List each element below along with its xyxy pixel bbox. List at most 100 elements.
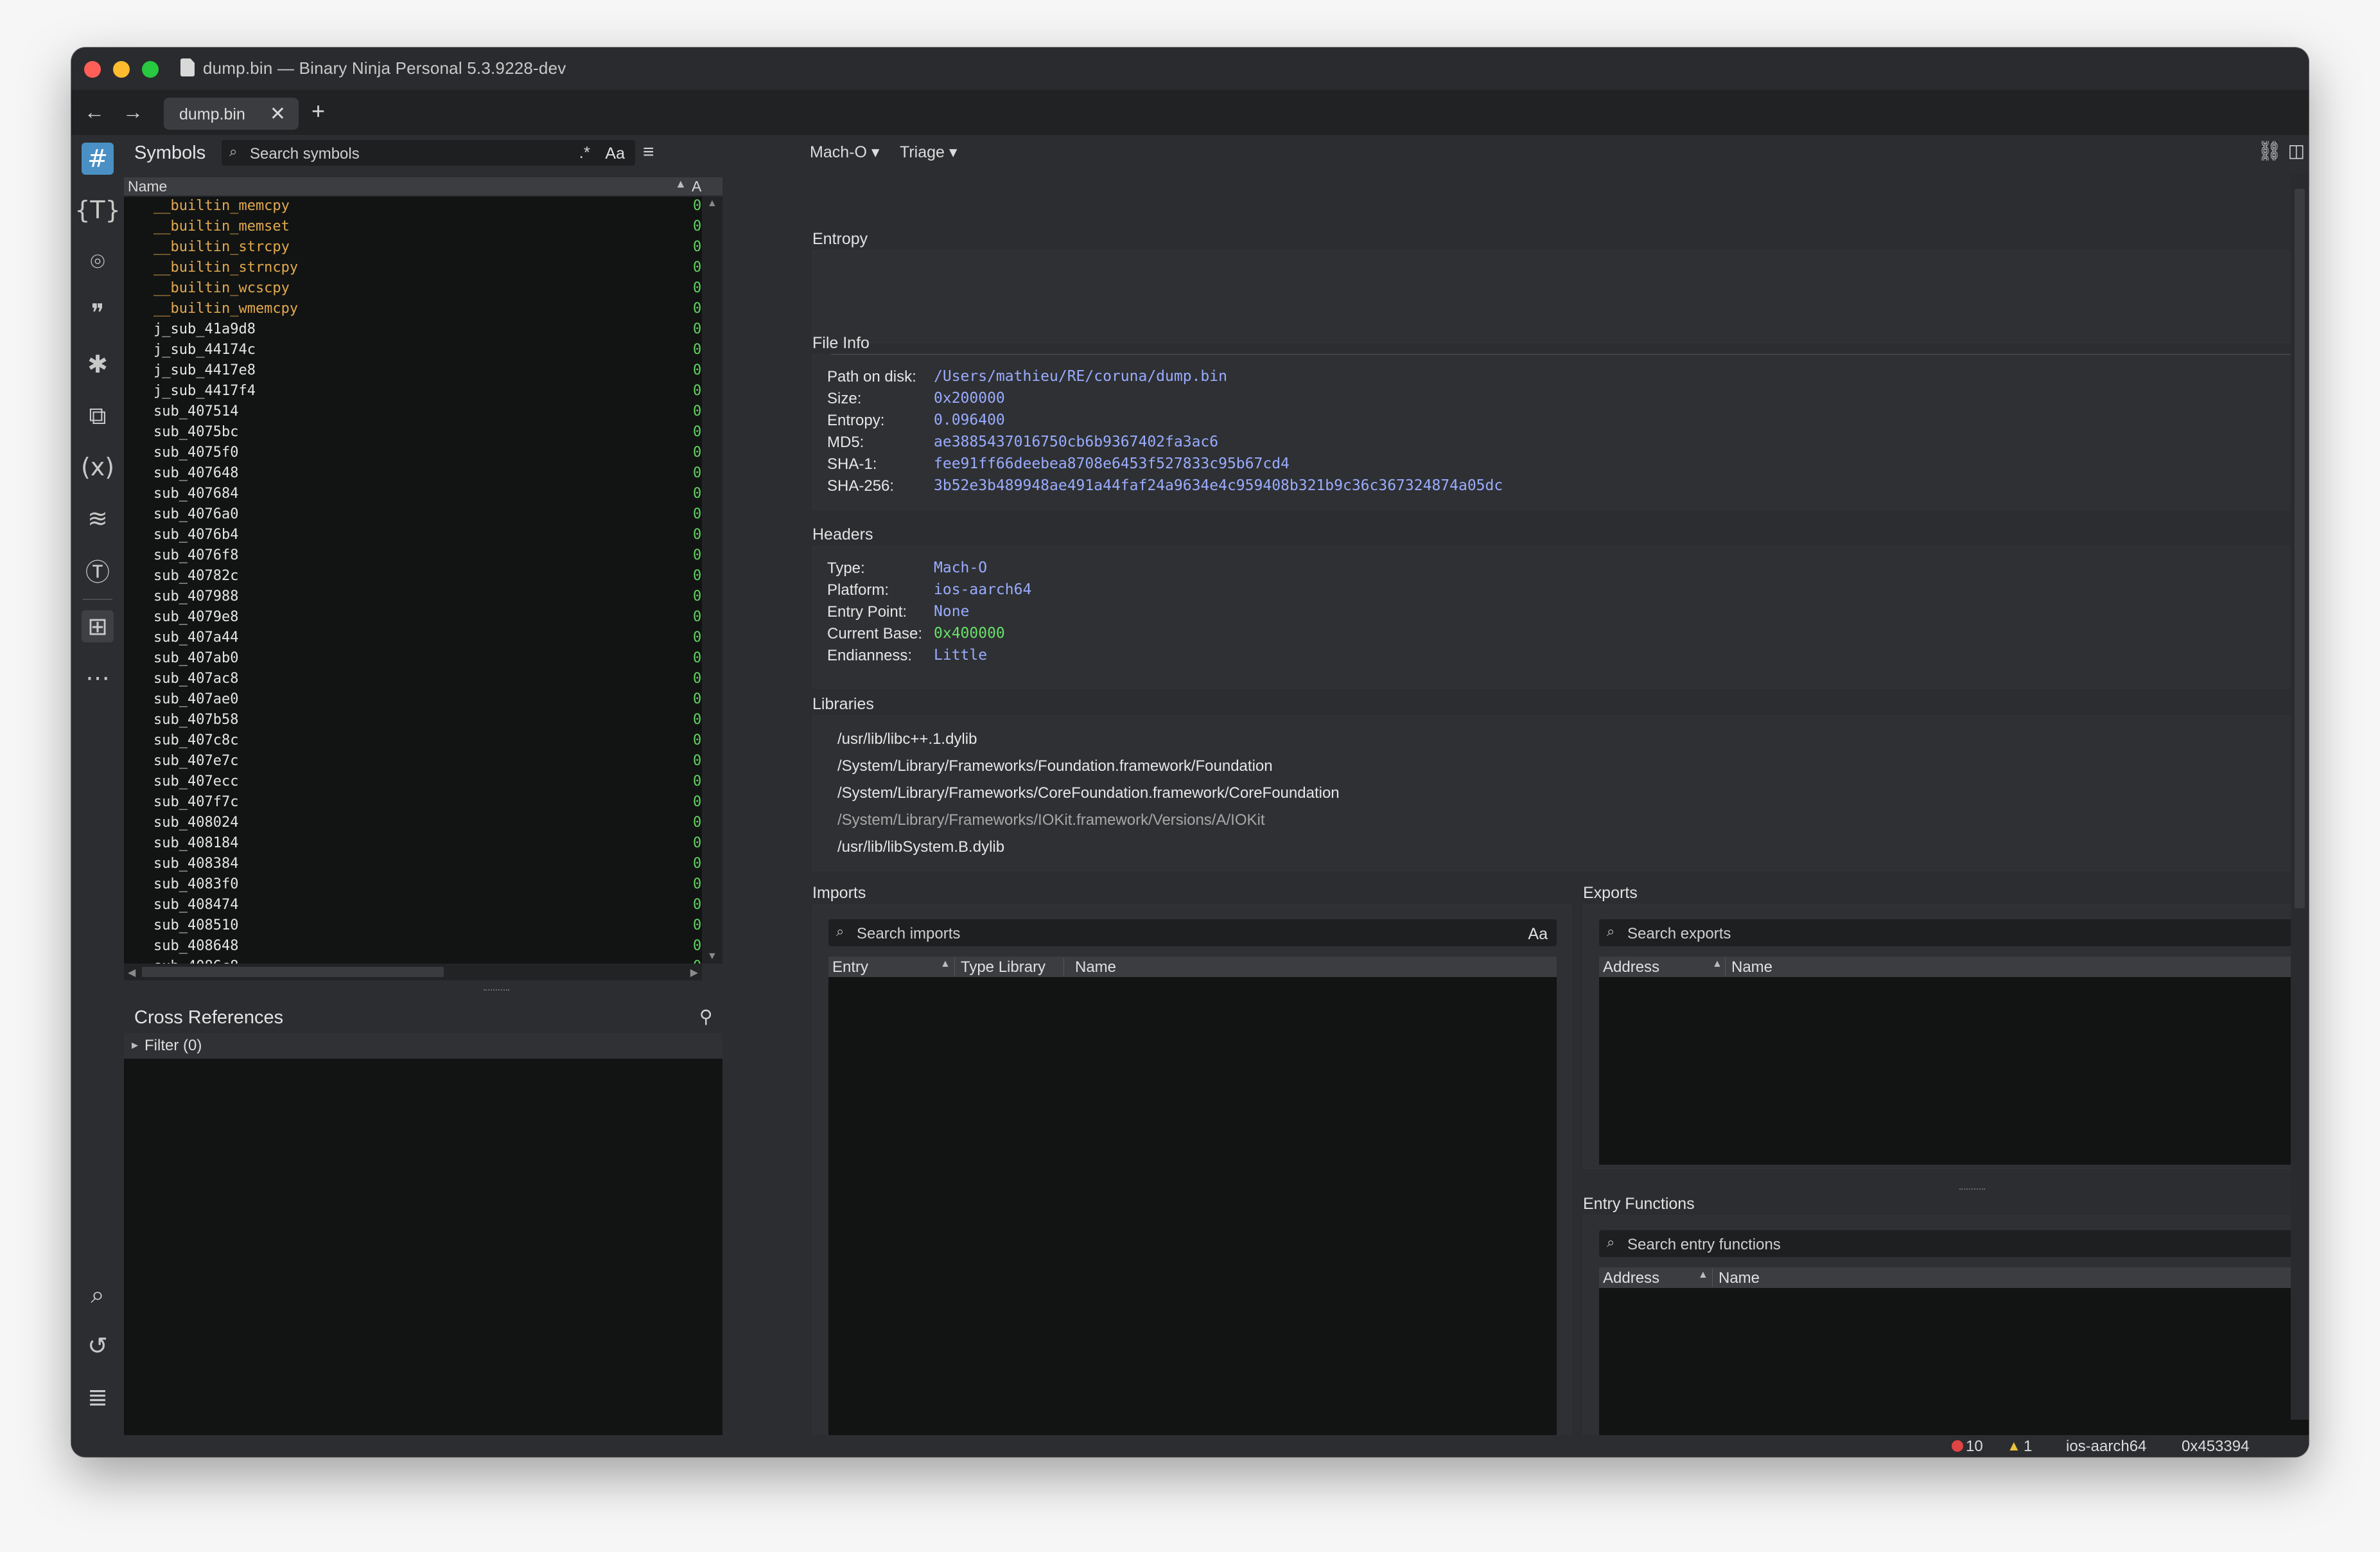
expand-caret-icon[interactable]: ▸ [132,1037,138,1053]
sha256-value[interactable]: 3b52e3b489948ae491a44faf24a9634e4c959408… [934,477,1503,494]
case-sensitive-toggle[interactable]: Aa [605,145,625,163]
symbol-row[interactable]: j_sub_41a9d8 0 [124,320,702,340]
symbols-horizontal-scrollbar[interactable]: ◀ ▶ [124,964,702,980]
symbols-search-input[interactable]: ⌕ Search symbols .* Aa [222,140,635,166]
column-name[interactable]: Name [1731,958,1772,976]
symbol-row[interactable]: sub_4076b4 0 [124,525,702,546]
symbol-row[interactable]: sub_407684 0 [124,484,702,505]
split-view-icon[interactable]: ◫ [2288,140,2305,161]
symbol-row[interactable]: sub_407ecc 0 [124,772,702,793]
more-icon[interactable]: ⋯ [82,662,114,694]
size-value[interactable]: 0x200000 [934,390,1005,407]
md5-value[interactable]: ae3885437016750cb6b9367402fa3ac6 [934,434,1218,450]
zoom-window-button[interactable] [142,61,159,78]
symbol-row[interactable]: j_sub_44174c 0 [124,340,702,361]
back-arrow-icon[interactable]: ← [82,100,107,124]
platform-status[interactable]: ios-aarch64 [2066,1438,2146,1456]
symbol-row[interactable]: __builtin_wmemcpy 0 [124,299,702,320]
symbol-row[interactable]: sub_407514 0 [124,402,702,423]
column-a-header[interactable]: A [692,178,701,195]
column-divider[interactable] [954,958,955,976]
link-icon[interactable]: ⛓ [2257,140,2282,163]
column-name-header[interactable]: Name [128,178,167,195]
current-base-value[interactable]: 0x400000 [934,625,1005,642]
symbol-row[interactable]: sub_4075bc 0 [124,423,702,443]
panel-resize-handle[interactable] [1959,1188,1985,1192]
symbol-row[interactable]: j_sub_4417e8 0 [124,361,702,382]
warning-icon[interactable]: ▲ [2007,1438,2021,1454]
pin-icon[interactable]: ⚲ [699,1006,713,1027]
symbol-row[interactable]: sub_407e7c 0 [124,752,702,772]
scroll-left-icon[interactable]: ◀ [128,966,136,979]
column-type-library[interactable]: Type Library [961,958,1046,976]
platform-value[interactable]: ios-aarch64 [934,581,1031,598]
imports-search-input[interactable]: ⌕ Search imports Aa [828,919,1557,946]
sha1-value[interactable]: fee91ff66deebea8708e6453f527833c95b67cd4 [934,455,1290,472]
entry-point-value[interactable]: None [934,603,969,620]
warning-count[interactable]: 1 [2024,1438,2032,1456]
error-count[interactable]: 10 [1966,1438,1983,1456]
column-divider[interactable] [1725,958,1726,976]
symbols-column-header[interactable]: Name ▲ A [124,177,722,195]
symbol-row[interactable]: __builtin_memset 0 [124,217,702,238]
minimize-window-button[interactable] [113,61,130,78]
regex-toggle-icon[interactable]: .* [579,143,590,163]
history-icon[interactable]: ↺ [82,1330,114,1362]
graph-nodes-icon[interactable]: ⊞ [82,610,114,642]
symbol-row[interactable]: sub_407c8c 0 [124,731,702,752]
symbol-row[interactable]: sub_408510 0 [124,916,702,937]
symbol-row[interactable]: __builtin_memcpy 0 [124,197,702,217]
column-name[interactable]: Name [1719,1269,1760,1287]
column-name[interactable]: Name [1075,958,1116,976]
close-window-button[interactable] [84,61,101,78]
symbol-row[interactable]: sub_407a44 0 [124,628,702,649]
entropy-value[interactable]: 0.096400 [934,412,1005,428]
symbol-row[interactable]: sub_4083f0 0 [124,875,702,895]
text-tag-icon[interactable]: Ⓣ [82,554,114,586]
symbol-row[interactable]: __builtin_strncpy 0 [124,258,702,279]
main-scroll-thumb[interactable] [2295,189,2305,908]
symbol-row[interactable]: sub_4076f8 0 [124,546,702,567]
symbol-row[interactable]: sub_407ae0 0 [124,690,702,710]
tab-dump-bin[interactable]: dump.bin ✕ [164,98,299,130]
view-mode-dropdown[interactable]: Triage ▾ [900,143,957,162]
horizontal-scroll-thumb[interactable] [142,967,444,977]
symbol-row[interactable]: sub_408184 0 [124,834,702,854]
layers-icon[interactable]: ≋ [82,502,114,534]
panel-resize-handle[interactable] [484,989,509,993]
symbol-row[interactable]: sub_407b58 0 [124,710,702,731]
symbol-row[interactable]: sub_40782c 0 [124,567,702,587]
column-entry[interactable]: Entry [832,958,868,976]
strings-quote-icon[interactable]: ❞ [82,297,114,329]
type-value[interactable]: Mach-O [934,560,987,576]
new-tab-icon[interactable]: + [311,98,325,125]
symbol-row[interactable]: sub_408024 0 [124,813,702,834]
types-icon[interactable]: {T} [74,194,121,226]
symbol-row[interactable]: sub_407648 0 [124,464,702,484]
library-item[interactable]: /System/Library/Frameworks/Foundation.fr… [837,757,1273,775]
current-address[interactable]: 0x453394 [2182,1438,2249,1456]
main-vertical-scrollbar[interactable] [2291,173,2309,1420]
error-icon[interactable] [1952,1440,1963,1452]
forward-arrow-icon[interactable]: → [120,100,146,124]
variables-icon[interactable]: (x) [81,451,114,483]
column-address[interactable]: Address [1603,1269,1659,1287]
symbol-row[interactable]: sub_407ab0 0 [124,649,702,669]
symbol-row[interactable]: sub_408648 0 [124,937,702,957]
scroll-right-icon[interactable]: ▶ [690,966,698,979]
symbol-row[interactable]: sub_4076a0 0 [124,505,702,525]
symbol-row[interactable]: __builtin_strcpy 0 [124,238,702,258]
column-divider[interactable] [1712,1269,1713,1287]
symbols-vertical-scrollbar[interactable]: ▲ ▼ [702,197,722,964]
symbol-row[interactable]: sub_4079e8 0 [124,608,702,628]
hierarchy-icon[interactable]: ⧉ [82,400,114,432]
library-item[interactable]: /System/Library/Frameworks/CoreFoundatio… [837,784,1340,802]
case-sensitive-toggle[interactable]: Aa [1528,925,1548,944]
scroll-down-icon[interactable]: ▼ [707,951,717,962]
symbol-row[interactable]: sub_4086c8 0 [124,957,702,964]
entry-functions-table-header[interactable]: Address ▲ Name [1599,1267,2309,1288]
library-item[interactable]: /System/Library/Frameworks/IOKit.framewo… [837,811,1265,829]
scroll-up-icon[interactable]: ▲ [707,198,717,209]
symbol-row[interactable]: j_sub_4417f4 0 [124,382,702,402]
symbol-row[interactable]: sub_408384 0 [124,854,702,875]
